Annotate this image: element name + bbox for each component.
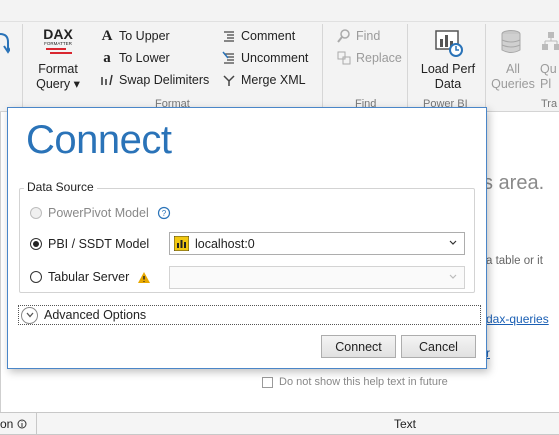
lowercase-a-icon: a bbox=[103, 49, 111, 66]
query-plan-label-line1: Qu bbox=[540, 62, 557, 76]
load-perf-data-label-line2: Data bbox=[434, 77, 462, 91]
hide-help-checkbox[interactable]: Do not show this help text in future bbox=[262, 376, 448, 388]
pbi-instance-dropdown[interactable]: localhost:0 bbox=[169, 232, 465, 255]
format-query-label-line2: Query ▾ bbox=[36, 77, 80, 91]
help-question-icon[interactable]: ? bbox=[157, 206, 171, 220]
data-source-label: Data Source bbox=[24, 180, 97, 194]
column-separator[interactable] bbox=[36, 413, 37, 434]
search-icon bbox=[337, 29, 351, 43]
group-separator bbox=[485, 24, 486, 110]
group-separator bbox=[322, 24, 323, 110]
format-query-button[interactable]: DAX FORMATTER Format Query ▾ bbox=[32, 26, 84, 92]
powerpivot-radio[interactable]: PowerPivot Model ? bbox=[30, 206, 171, 220]
load-perf-data-label-line1: Load Perf bbox=[420, 62, 476, 76]
all-queries-button[interactable]: All Queries bbox=[490, 28, 536, 92]
find-label: Find bbox=[356, 29, 381, 43]
radio-button[interactable] bbox=[30, 271, 42, 283]
tabular-server-label: Tabular Server bbox=[48, 270, 130, 284]
comment-icon bbox=[222, 29, 236, 43]
to-upper-label: To Upper bbox=[119, 29, 170, 43]
pbi-ssdt-radio[interactable]: PBI / SSDT Model bbox=[30, 237, 149, 251]
pbi-instance-value: localhost:0 bbox=[195, 236, 255, 251]
to-lower-button[interactable]: a To Lower bbox=[100, 49, 170, 67]
comment-label: Comment bbox=[241, 29, 296, 43]
dax-formatter-logo-icon: DAX FORMATTER bbox=[43, 26, 73, 54]
results-grid-header: on Text bbox=[0, 412, 559, 435]
chevron-down-icon bbox=[449, 240, 457, 245]
advanced-options-toggle[interactable]: Advanced Options bbox=[18, 305, 481, 325]
tabular-server-dropdown[interactable] bbox=[169, 266, 465, 289]
redo-icon[interactable] bbox=[0, 28, 10, 58]
dax-logo-text: DAX bbox=[43, 26, 73, 42]
to-upper-button[interactable]: A To Upper bbox=[100, 27, 170, 45]
format-query-label-line1: Format bbox=[38, 62, 78, 76]
help-text: a table or it bbox=[486, 255, 543, 267]
swap-delimiters-icon bbox=[100, 73, 114, 87]
hide-help-label: Do not show this help text in future bbox=[279, 376, 448, 388]
merge-xml-icon bbox=[222, 73, 236, 87]
radio-button[interactable] bbox=[30, 207, 42, 219]
column-header-1-label: on bbox=[0, 417, 14, 431]
chevron-down-icon bbox=[449, 274, 457, 279]
to-lower-label: To Lower bbox=[119, 51, 170, 65]
ribbon-tab-strip bbox=[0, 0, 559, 22]
info-icon bbox=[17, 419, 27, 429]
powerbi-icon bbox=[174, 236, 189, 251]
connect-dialog: Connect Data Source PowerPivot Model ? P… bbox=[7, 107, 487, 369]
group-label-traces: Tra bbox=[541, 98, 558, 110]
help-title: s area. bbox=[483, 172, 545, 194]
merge-xml-label: Merge XML bbox=[241, 73, 306, 87]
load-perf-data-icon bbox=[435, 30, 463, 57]
database-icon bbox=[501, 30, 521, 53]
group-separator bbox=[407, 24, 408, 110]
svg-text:?: ? bbox=[162, 209, 167, 218]
all-queries-label-line1: All bbox=[506, 62, 520, 76]
advanced-options-label: Advanced Options bbox=[44, 308, 147, 322]
column-header-text[interactable]: Text bbox=[394, 417, 416, 431]
help-link-dax-queries[interactable]: dax-queries bbox=[486, 312, 549, 326]
load-perf-data-button[interactable]: Load Perf Data bbox=[418, 28, 478, 92]
query-plan-button[interactable]: Qu Pl bbox=[540, 28, 559, 92]
pbi-ssdt-label: PBI / SSDT Model bbox=[48, 237, 150, 251]
cancel-button[interactable]: Cancel bbox=[401, 335, 476, 358]
replace-button[interactable]: Replace bbox=[337, 49, 402, 67]
group-separator bbox=[22, 24, 23, 110]
swap-delimiters-label: Swap Delimiters bbox=[119, 73, 210, 87]
radio-button[interactable] bbox=[30, 238, 42, 250]
query-plan-label-line2: Pl bbox=[540, 77, 552, 91]
swap-delimiters-button[interactable]: Swap Delimiters bbox=[100, 71, 209, 89]
replace-icon bbox=[337, 51, 351, 65]
query-plan-icon bbox=[542, 32, 559, 50]
dax-logo-subtext: FORMATTER bbox=[44, 41, 72, 46]
ribbon: DAX FORMATTER Format Query ▾ A To Upper … bbox=[0, 0, 559, 112]
warning-icon bbox=[138, 271, 151, 283]
checkbox-box[interactable] bbox=[262, 376, 273, 388]
find-button[interactable]: Find bbox=[337, 27, 380, 45]
comment-button[interactable]: Comment bbox=[222, 27, 295, 45]
uncomment-button[interactable]: Uncomment bbox=[222, 49, 308, 67]
powerpivot-label: PowerPivot Model bbox=[48, 206, 149, 220]
connect-button[interactable]: Connect bbox=[321, 335, 396, 358]
expand-chevron-icon bbox=[21, 306, 38, 324]
dialog-title: Connect bbox=[26, 118, 172, 162]
uncomment-label: Uncomment bbox=[241, 51, 309, 65]
replace-label: Replace bbox=[356, 51, 402, 65]
all-queries-label-line2: Queries bbox=[491, 77, 535, 91]
uppercase-a-icon: A bbox=[101, 27, 113, 44]
uncomment-icon bbox=[222, 51, 236, 65]
column-header-1[interactable]: on bbox=[0, 417, 27, 431]
merge-xml-button[interactable]: Merge XML bbox=[222, 71, 306, 89]
tabular-server-radio[interactable]: Tabular Server bbox=[30, 270, 151, 284]
